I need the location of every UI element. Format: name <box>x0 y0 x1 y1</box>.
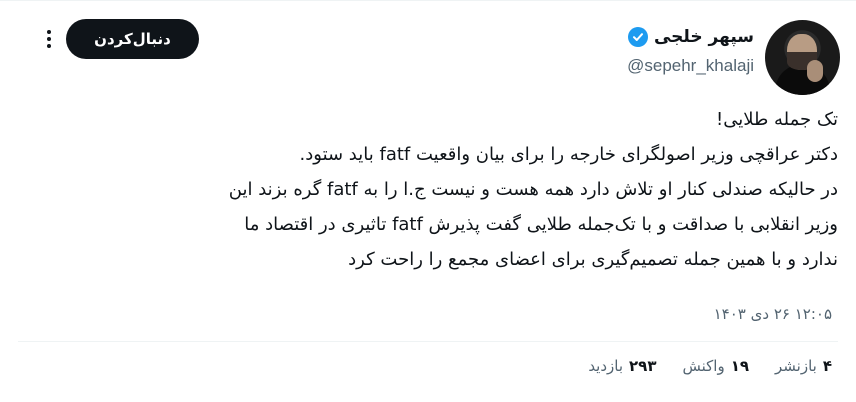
follow-button[interactable]: دنبال‌کردن <box>66 19 199 59</box>
top-divider <box>0 0 856 1</box>
stats-divider <box>18 341 838 342</box>
tweet-line: تک جمله طلایی! <box>715 109 838 130</box>
display-name[interactable]: سپهر خلجی <box>654 27 754 47</box>
views-label: بازدید <box>588 357 624 375</box>
views-count: ۲۹۳ <box>629 357 657 375</box>
more-dot <box>47 30 51 34</box>
engagement-stats: ۴ بازنشر ۱۹ واکنش ۲۹۳ بازدید <box>588 357 832 375</box>
author-block: سپهر خلجی @sepehr_khalaji <box>627 27 754 76</box>
reactions-count: ۱۹ <box>730 357 750 375</box>
verified-badge-icon[interactable] <box>627 27 648 47</box>
tweet-card: سپهر خلجی @sepehr_khalaji دنبال‌کردن تک … <box>0 0 856 402</box>
tweet-text: تک جمله طلایی! دکتر عراقچی وزیر اصولگرای… <box>18 102 838 277</box>
more-vertical-icon[interactable] <box>38 24 60 54</box>
tweet-line: دکتر عراقچی وزیر اصولگرای خارجه را برای … <box>299 144 838 165</box>
reactions-label: واکنش <box>682 357 725 375</box>
display-name-row[interactable]: سپهر خلجی <box>627 27 754 47</box>
more-dot <box>47 44 51 48</box>
avatar[interactable] <box>765 20 840 95</box>
tweet-line: ندارد و با همین جمله تصمیم‌گیری برای اعض… <box>348 249 838 270</box>
reactions-stat[interactable]: ۱۹ واکنش <box>683 357 750 375</box>
username[interactable]: @sepehr_khalaji <box>627 56 754 76</box>
tweet-line: وزیر انقلابی با صداقت و با تک‌جمله طلایی… <box>244 214 838 235</box>
more-dot <box>47 37 51 41</box>
avatar-hand <box>807 60 823 82</box>
reposts-count: ۴ <box>822 357 832 375</box>
reposts-stat[interactable]: ۴ بازنشر <box>775 357 832 375</box>
tweet-timestamp[interactable]: ۱۲:۰۵ ۲۶ دی ۱۴۰۳ <box>714 305 832 323</box>
reposts-label: بازنشر <box>775 357 817 375</box>
views-stat[interactable]: ۲۹۳ بازدید <box>588 357 656 375</box>
tweet-line: در حالیکه صندلی کنار او تلاش دارد همه هس… <box>228 179 838 200</box>
